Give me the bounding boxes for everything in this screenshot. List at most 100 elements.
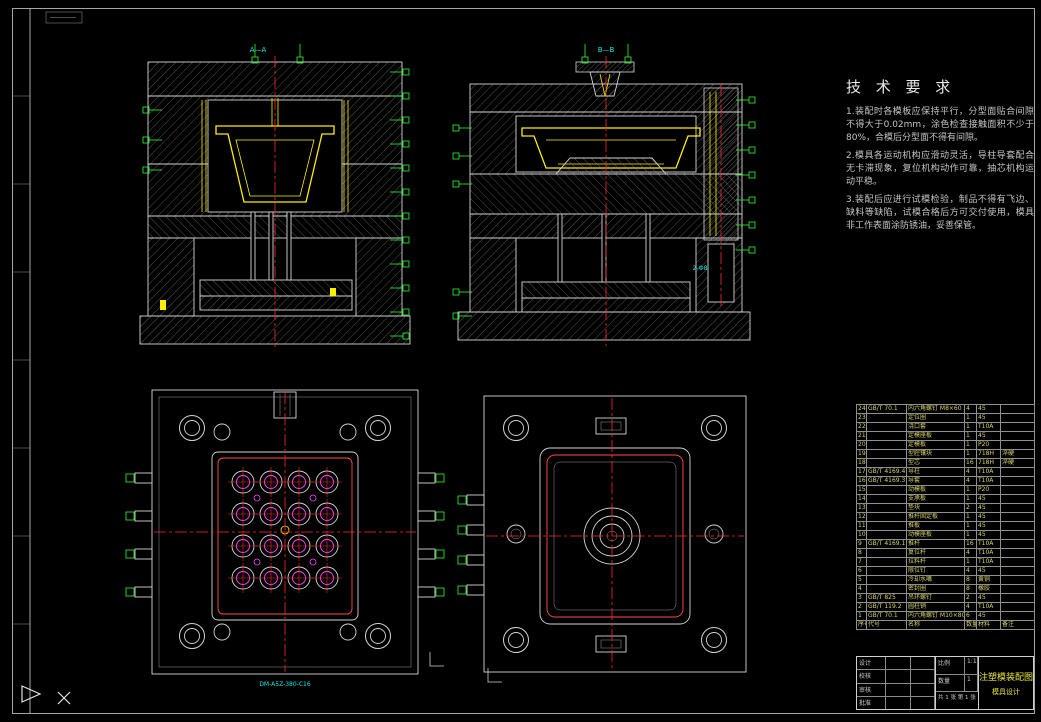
bom-cell: [1000, 557, 1035, 567]
field-value: [886, 683, 911, 696]
screw-highlight: [160, 300, 166, 310]
bom-cell: 内六角螺钉 M10×80: [906, 611, 965, 621]
bom-cell: [1000, 431, 1035, 441]
bom-cell: 复位杆: [906, 548, 965, 558]
bom-cell: 4: [856, 584, 867, 594]
bom-cell: 4: [964, 602, 977, 612]
bom-cell: T10A: [976, 467, 1001, 477]
drawing-title: 注塑模装配图: [978, 672, 1033, 683]
title-block-scale: 比例 1:1 数量 1 共 1 张 第 1 张: [934, 657, 978, 709]
view-side-section: B—B 2-Ф8: [452, 43, 756, 346]
bom-cell: 21: [856, 431, 867, 441]
bom-row: 15 动模板 1 P20: [856, 485, 1035, 495]
bom-cell: 1: [964, 521, 977, 531]
bom-cell: 1: [964, 494, 977, 504]
bom-cell: 18: [856, 458, 867, 468]
bom-cell: 19: [856, 449, 867, 459]
bom-cell: 16: [964, 458, 977, 468]
view-front-label: A—A: [250, 46, 267, 54]
bom-cell: [1000, 521, 1035, 531]
field-value: [886, 696, 911, 709]
bom-cell: [1000, 566, 1035, 576]
view-core-plan: DM-A5Z-380-C16: [125, 389, 445, 688]
bom-row: 10 动模座板 1 45: [856, 530, 1035, 540]
screw-highlight: [330, 288, 336, 296]
field-value: [911, 683, 935, 696]
bom-cell: 黄铜: [976, 575, 1001, 585]
bom-cell: 3: [856, 593, 867, 603]
field-label: 校核: [857, 670, 886, 683]
bom-cell: 吊环螺钉: [906, 593, 965, 603]
bom-cell: 拉料杆: [906, 557, 965, 567]
bom-cell: 6: [964, 611, 977, 621]
bom-row: 2 GB/T 119.2 圆柱销 4 T10A: [856, 602, 1035, 612]
bom-cell: GB/T 70.1: [866, 611, 907, 621]
bom-cell: 12: [856, 512, 867, 522]
sheet-info: 共 1 张 第 1 张: [937, 695, 976, 702]
cad-viewport[interactable]: A—A B—B 2-Ф8 DM-A5Z-380-C16 技 术 要 求 1.装配…: [0, 0, 1041, 722]
bom-cell: [1000, 467, 1035, 477]
bom-cell: 13: [856, 503, 867, 513]
field-label: 设计: [857, 657, 886, 670]
bom-cell: GB/T 119.2: [866, 602, 907, 612]
bom-cell: 1: [964, 422, 977, 432]
bom-cell: 支承板: [906, 494, 965, 504]
bom-row: 9 GB/T 4169.1 推杆 16 T10A: [856, 539, 1035, 549]
bom-cell: 45: [976, 431, 1001, 441]
bom-cell: 1: [964, 557, 977, 567]
bom-row: 7 拉料杆 1 T10A: [856, 557, 1035, 567]
bom-cell: 24: [856, 404, 867, 414]
bom-row: 24 GB/T 70.1 内六角螺钉 M8×60 4 45: [856, 404, 1035, 414]
bom-cell: T10A: [976, 422, 1001, 432]
bom-cell: 718H: [976, 449, 1001, 459]
bom-row: 12 推杆固定板 1 45: [856, 512, 1035, 522]
field-value: [886, 670, 911, 683]
bom-cell: 7: [856, 557, 867, 567]
field-label: 审核: [857, 683, 886, 696]
field-label: 批准: [857, 696, 886, 709]
bom-cell: [1000, 548, 1035, 558]
bom-cell: 名称: [906, 620, 965, 630]
bom-cell: [866, 584, 907, 594]
bom-row: 1 GB/T 70.1 内六角螺钉 M10×80 6 45: [856, 611, 1035, 621]
bom-cell: 材料: [976, 620, 1001, 630]
bom-cell: 718H: [976, 458, 1001, 468]
bom-cell: 推杆固定板: [906, 512, 965, 522]
bom-cell: 序号: [856, 620, 867, 630]
bom-cell: [866, 512, 907, 522]
bom-cell: GB/T 825: [866, 593, 907, 603]
bom-cell: 限位钉: [906, 566, 965, 576]
bom-row: 18 型芯 16 718H 淬硬: [856, 458, 1035, 468]
field-value: [911, 670, 935, 683]
bom-cell: [1000, 485, 1035, 495]
bom-cell: 45: [976, 530, 1001, 540]
bom-cell: 20: [856, 440, 867, 450]
bom-row: 13 垫块 2 45: [856, 503, 1035, 513]
bom-cell: GB/T 70.1: [866, 404, 907, 414]
drawing-org: 模具设计: [991, 687, 1020, 696]
bom-cell: 2: [856, 602, 867, 612]
view-side-note: 2-Ф8: [693, 265, 708, 272]
scale-label: 比例: [936, 657, 965, 674]
bom-cell: 定模板: [906, 440, 965, 450]
bom-cell: 1: [964, 413, 977, 423]
bom-cell: 浇口套: [906, 422, 965, 432]
bom-body: 24 GB/T 70.1 内六角螺钉 M8×60 4 45 23 定位圈 1 45 22 浇口套 1 T…: [856, 404, 1035, 630]
bom-cell: [866, 431, 907, 441]
bom-cell: [866, 440, 907, 450]
bom-cell: [1000, 530, 1035, 540]
view-side-label: B—B: [598, 46, 615, 54]
bom-cell: [866, 521, 907, 531]
bom-row: 5 冷却水嘴 8 黄铜: [856, 575, 1035, 585]
bom-cell: [1000, 404, 1035, 414]
bom-cell: 备注: [1000, 620, 1035, 630]
field-value: [886, 657, 911, 670]
bom-cell: [1000, 476, 1035, 486]
bom-row: 22 浇口套 1 T10A: [856, 422, 1035, 432]
tech-requirement-item: 1.装配时各模板应保持平行，分型面贴合间隙不得大于0.02mm，涂色检查接触面积…: [846, 107, 1034, 143]
title-block-name: 注塑模装配图 模具设计: [977, 657, 1033, 709]
bom-header-row: 序号代号名称数量材料备注: [856, 620, 1035, 630]
bom-cell: [1000, 584, 1035, 594]
bom-cell: 内六角螺钉 M8×60: [906, 404, 965, 414]
bom-cell: 8: [856, 548, 867, 558]
